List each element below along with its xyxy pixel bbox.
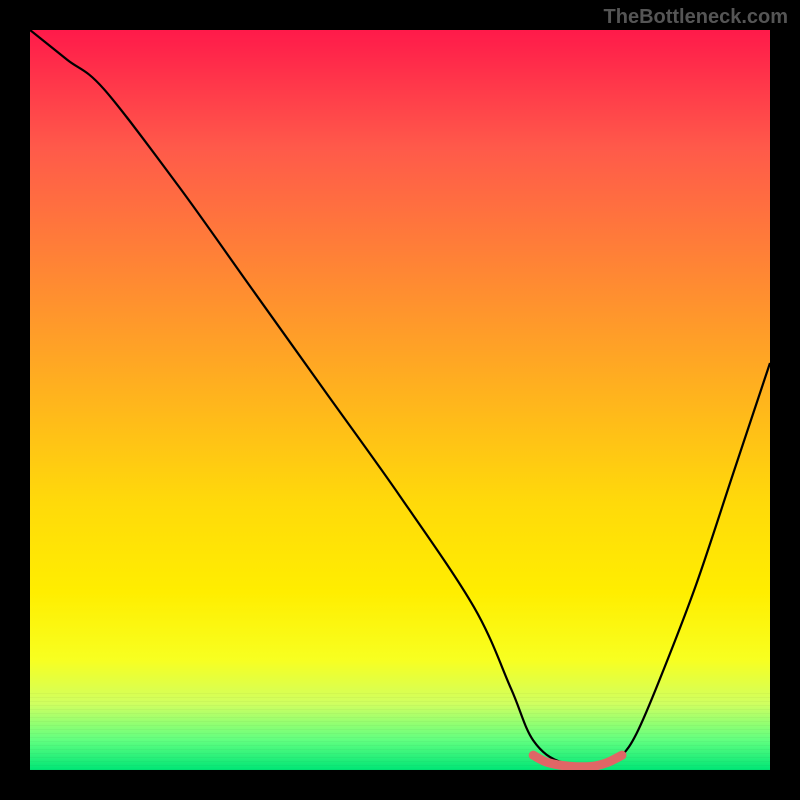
bottleneck-curve-svg — [30, 30, 770, 770]
chart-plot-area — [30, 30, 770, 770]
main-curve-path — [30, 30, 770, 765]
watermark-text: TheBottleneck.com — [604, 6, 788, 29]
optimal-zone-path — [533, 755, 622, 767]
